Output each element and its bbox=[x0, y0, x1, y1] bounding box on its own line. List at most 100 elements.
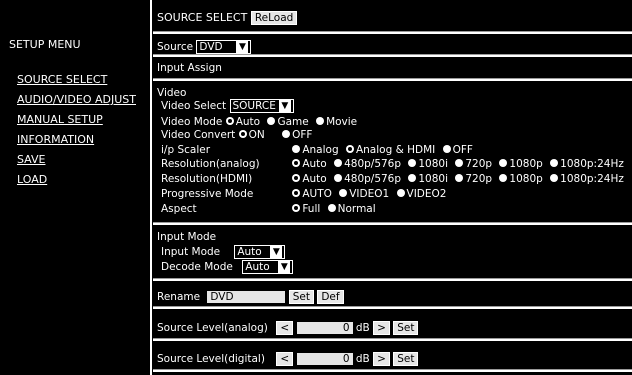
video-select-value: SOURCE bbox=[232, 100, 276, 112]
chevron-down-icon: ▼ bbox=[278, 261, 291, 273]
aspect-full-radio[interactable] bbox=[292, 204, 301, 212]
res-analog-1080p24-label: 1080p:24Hz bbox=[560, 158, 624, 170]
sidebar-item-audio-video-adjust[interactable]: AUDIO/VIDEO ADJUST bbox=[17, 90, 136, 110]
aspect-full-label: Full bbox=[302, 203, 321, 215]
reload-button[interactable]: ReLoad bbox=[250, 11, 298, 25]
res-analog-auto-radio[interactable] bbox=[292, 159, 301, 167]
input-assign-link[interactable]: Input Assign bbox=[157, 62, 222, 74]
input-mode-label: Input Mode bbox=[161, 246, 221, 258]
level-analog-set-button[interactable]: Set bbox=[393, 321, 419, 335]
progressive-mode-row: Progressive Mode AUTO VIDEO1 VIDEO2 bbox=[161, 188, 450, 200]
divider bbox=[153, 31, 632, 34]
video-mode-movie-radio[interactable] bbox=[316, 117, 325, 125]
progressive-video2-radio[interactable] bbox=[396, 189, 405, 197]
divider bbox=[153, 78, 632, 81]
resolution-analog-label: Resolution(analog) bbox=[161, 158, 260, 170]
sidebar-item-load[interactable]: LOAD bbox=[17, 170, 136, 190]
sidebar-item-manual-setup[interactable]: MANUAL SETUP bbox=[17, 110, 136, 130]
sidebar-title: SETUP MENU bbox=[9, 38, 81, 51]
res-analog-720p-label: 720p bbox=[465, 158, 493, 170]
level-digital-input[interactable]: 0 bbox=[296, 353, 353, 365]
res-hdmi-auto-label: Auto bbox=[302, 173, 327, 185]
ip-scaler-analog-hdmi-radio[interactable] bbox=[345, 145, 354, 153]
video-heading: Video bbox=[157, 87, 187, 99]
resolution-hdmi-label: Resolution(HDMI) bbox=[161, 173, 253, 185]
input-mode-heading: Input Mode bbox=[157, 231, 217, 243]
video-convert-row: Video Convert ON OFF bbox=[161, 129, 316, 141]
level-analog-unit: dB bbox=[355, 322, 370, 334]
video-select-row: Video Select SOURCE ▼ bbox=[161, 99, 294, 113]
level-digital-decrease-button[interactable]: < bbox=[276, 352, 294, 366]
sidebar-item-save[interactable]: SAVE bbox=[17, 150, 136, 170]
res-analog-480p-label: 480p/576p bbox=[344, 158, 402, 170]
ip-scaler-off-radio[interactable] bbox=[442, 145, 451, 153]
decode-mode-select[interactable]: Auto ▼ bbox=[242, 260, 294, 274]
rename-row: Rename DVD Set Def bbox=[157, 290, 344, 304]
video-select-dropdown[interactable]: SOURCE ▼ bbox=[229, 99, 294, 113]
divider bbox=[153, 369, 632, 372]
level-digital-set-button[interactable]: Set bbox=[393, 352, 419, 366]
resolution-hdmi-row: Resolution(HDMI) Auto 480p/576p 1080i 72… bbox=[161, 173, 628, 185]
res-analog-1080p24-radio[interactable] bbox=[550, 159, 559, 167]
res-analog-1080i-radio[interactable] bbox=[408, 159, 417, 167]
res-hdmi-1080i-label: 1080i bbox=[418, 173, 449, 185]
divider bbox=[153, 54, 632, 57]
sidebar: SETUP MENU SOURCE SELECT AUDIO/VIDEO ADJ… bbox=[0, 0, 152, 375]
video-select-label: Video Select bbox=[161, 100, 227, 112]
main-panel: SOURCE SELECT ReLoad Source DVD ▼ Input A… bbox=[153, 0, 632, 375]
sidebar-item-source-select[interactable]: SOURCE SELECT bbox=[17, 70, 136, 90]
progressive-video1-radio[interactable] bbox=[339, 189, 348, 197]
res-hdmi-1080p24-radio[interactable] bbox=[550, 174, 559, 182]
res-hdmi-1080p-label: 1080p bbox=[509, 173, 543, 185]
ip-scaler-off-label: OFF bbox=[452, 144, 473, 156]
aspect-row: Aspect Full Normal bbox=[161, 203, 380, 215]
progressive-video1-label: VIDEO1 bbox=[349, 188, 390, 200]
progressive-mode-label: Progressive Mode bbox=[161, 188, 254, 200]
chevron-down-icon: ▼ bbox=[270, 246, 283, 258]
rename-def-button[interactable]: Def bbox=[317, 290, 344, 304]
sidebar-item-information[interactable]: INFORMATION bbox=[17, 130, 136, 150]
rename-input[interactable]: DVD bbox=[207, 291, 286, 303]
source-level-digital-row: Source Level(digital) < 0 dB > Set bbox=[157, 352, 419, 366]
source-label: Source bbox=[157, 41, 194, 53]
progressive-auto-radio[interactable] bbox=[292, 189, 301, 197]
res-analog-1080p-radio[interactable] bbox=[499, 159, 508, 167]
video-mode-auto-label: Auto bbox=[235, 116, 261, 128]
video-mode-auto-radio[interactable] bbox=[225, 117, 234, 125]
video-mode-movie-label: Movie bbox=[326, 116, 358, 128]
source-level-analog-row: Source Level(analog) < 0 dB > Set bbox=[157, 321, 419, 335]
video-mode-row: Video Mode Auto Game Movie bbox=[161, 116, 361, 128]
aspect-normal-radio[interactable] bbox=[327, 204, 336, 212]
aspect-label: Aspect bbox=[161, 203, 197, 215]
input-mode-select[interactable]: Auto ▼ bbox=[234, 245, 286, 259]
level-analog-increase-button[interactable]: > bbox=[373, 321, 390, 335]
ip-scaler-analog-radio[interactable] bbox=[292, 145, 301, 153]
resolution-analog-row: Resolution(analog) Auto 480p/576p 1080i … bbox=[161, 158, 628, 170]
res-analog-720p-radio[interactable] bbox=[455, 159, 464, 167]
source-select-value: DVD bbox=[199, 41, 223, 53]
video-mode-game-radio[interactable] bbox=[267, 117, 276, 125]
decode-mode-value: Auto bbox=[245, 261, 270, 273]
res-hdmi-1080i-radio[interactable] bbox=[408, 174, 417, 182]
res-hdmi-auto-radio[interactable] bbox=[292, 174, 301, 182]
res-analog-1080i-label: 1080i bbox=[418, 158, 449, 170]
video-mode-label: Video Mode bbox=[161, 116, 223, 128]
res-hdmi-480p-radio[interactable] bbox=[334, 174, 343, 182]
video-convert-on-label: ON bbox=[248, 129, 265, 141]
level-analog-input[interactable]: 0 bbox=[296, 322, 353, 334]
rename-label: Rename bbox=[157, 291, 201, 303]
source-select[interactable]: DVD ▼ bbox=[196, 40, 252, 54]
video-convert-off-radio[interactable] bbox=[282, 130, 291, 138]
decode-mode-row: Decode Mode Auto ▼ bbox=[161, 260, 294, 274]
level-digital-increase-button[interactable]: > bbox=[373, 352, 390, 366]
rename-set-button[interactable]: Set bbox=[288, 290, 314, 304]
res-analog-480p-radio[interactable] bbox=[334, 159, 343, 167]
res-hdmi-1080p24-label: 1080p:24Hz bbox=[560, 173, 624, 185]
level-analog-decrease-button[interactable]: < bbox=[276, 321, 294, 335]
res-hdmi-1080p-radio[interactable] bbox=[499, 174, 508, 182]
video-convert-label: Video Convert bbox=[161, 129, 236, 141]
video-convert-on-radio[interactable] bbox=[238, 130, 247, 138]
decode-mode-label: Decode Mode bbox=[161, 261, 233, 273]
sidebar-menu: SOURCE SELECT AUDIO/VIDEO ADJUST MANUAL … bbox=[17, 70, 136, 190]
res-hdmi-720p-radio[interactable] bbox=[455, 174, 464, 182]
